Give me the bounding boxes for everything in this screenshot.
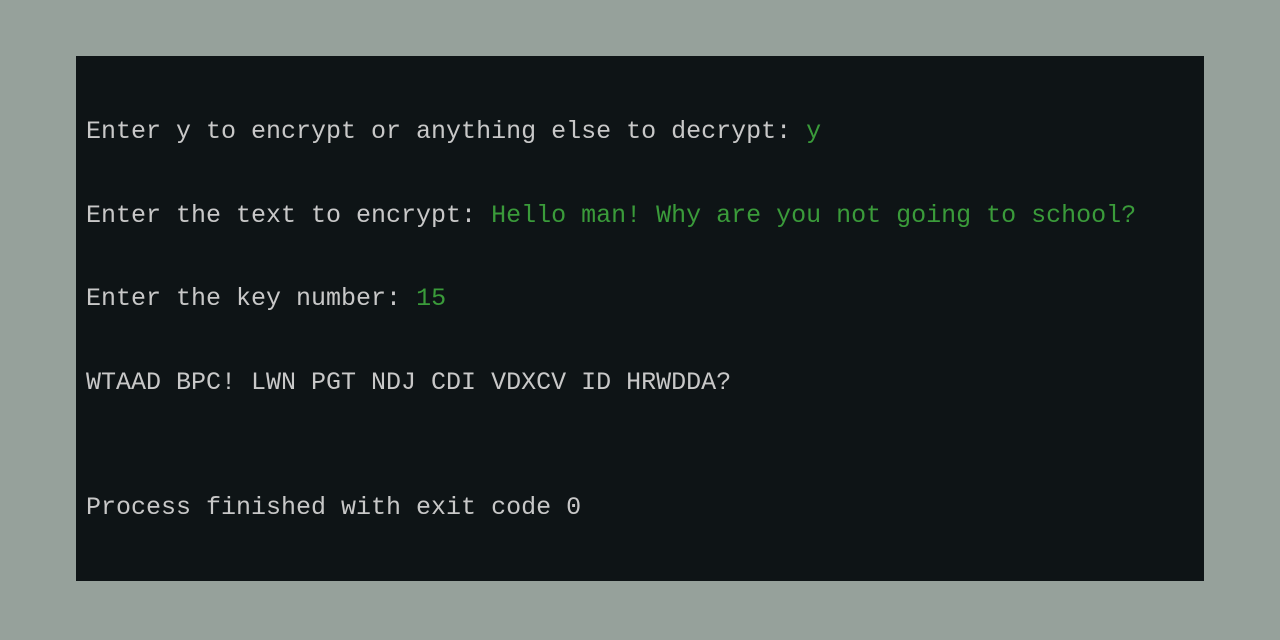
console-line-1: Enter y to encrypt or anything else to d… [86,111,1194,153]
user-input-2: Hello man! Why are you not going to scho… [491,201,1136,230]
prompt-3: Enter the key number: [86,284,416,313]
console-line-2: Enter the text to encrypt: Hello man! Wh… [86,195,1194,237]
prompt-1: Enter y to encrypt or anything else to d… [86,117,806,146]
user-input-1: y [806,117,821,146]
console-output: Enter y to encrypt or anything else to d… [76,56,1204,581]
console-line-4: WTAAD BPC! LWN PGT NDJ CDI VDXCV ID HRWD… [86,362,1194,404]
prompt-2: Enter the text to encrypt: [86,201,491,230]
user-input-3: 15 [416,284,446,313]
console-line-3: Enter the key number: 15 [86,278,1194,320]
console-line-6: Process finished with exit code 0 [86,487,1194,529]
